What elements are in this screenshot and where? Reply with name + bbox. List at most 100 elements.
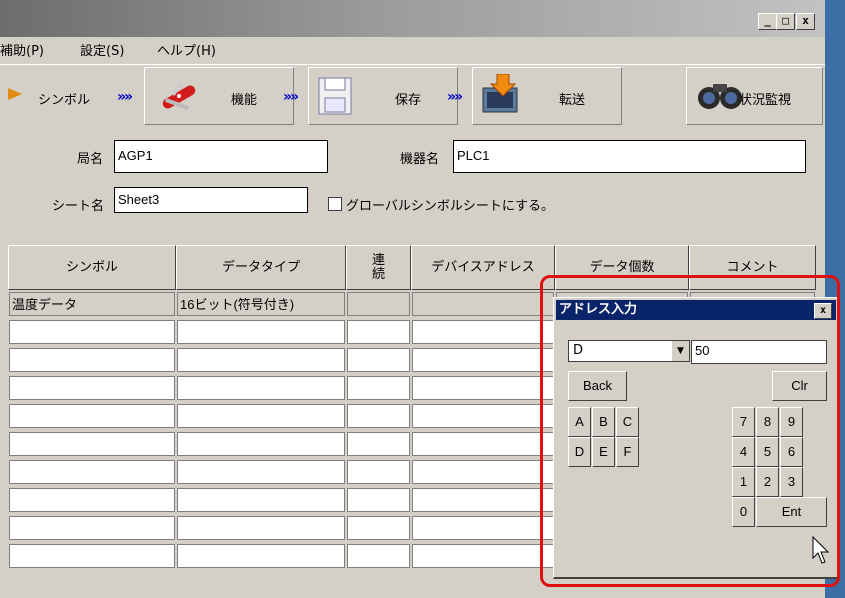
chevron-down-icon[interactable]: ▼ — [671, 341, 689, 361]
sheet-name-label: シート名 — [52, 199, 105, 214]
table-cell[interactable] — [177, 348, 345, 372]
table-cell[interactable] — [177, 516, 345, 540]
key-5[interactable]: 5 — [756, 437, 779, 467]
table-cell[interactable]: 16ビット(符号付き) — [177, 292, 345, 316]
enter-button[interactable]: Ent — [756, 497, 827, 527]
table-cell[interactable] — [347, 432, 410, 456]
table-cell[interactable]: 温度データ — [9, 292, 175, 316]
back-button[interactable]: Back — [568, 371, 627, 401]
key-e[interactable]: E — [592, 437, 615, 467]
menu-settings[interactable]: 設定(S) — [80, 40, 124, 59]
table-cell[interactable] — [9, 404, 175, 428]
table-cell[interactable] — [412, 516, 554, 540]
key-d[interactable]: D — [568, 437, 591, 467]
clear-button[interactable]: Clr — [772, 371, 827, 401]
table-cell[interactable] — [347, 348, 410, 372]
table-cell[interactable] — [177, 432, 345, 456]
address-input-dialog: アドレス入力 x D ▼ 50 Back Clr A B C D E F 7 8 9 4 5 6 1 2 3 0 E… — [553, 297, 840, 579]
table-cell[interactable] — [412, 404, 554, 428]
device-name-field[interactable]: PLC1 — [453, 140, 806, 173]
table-cell[interactable] — [347, 320, 410, 344]
table-cell[interactable] — [177, 544, 345, 568]
global-symbol-checkbox[interactable] — [328, 197, 342, 211]
step-save-button[interactable]: 保存 — [308, 67, 458, 125]
key-0[interactable]: 0 — [732, 497, 755, 527]
table-cell[interactable] — [177, 488, 345, 512]
floppy-disk-icon — [318, 77, 352, 115]
table-cell[interactable] — [347, 544, 410, 568]
title-bar: _ □ x — [0, 0, 825, 37]
column-header[interactable]: デバイスアドレス — [411, 245, 555, 290]
key-6[interactable]: 6 — [780, 437, 803, 467]
table-cell[interactable] — [177, 404, 345, 428]
address-value-field[interactable]: 50 — [691, 340, 827, 364]
column-header[interactable]: データ個数 — [555, 245, 689, 290]
menu-help[interactable]: ヘルプ(H) — [157, 40, 216, 59]
table-cell[interactable] — [9, 516, 175, 540]
swiss-knife-icon — [162, 82, 196, 110]
key-b[interactable]: B — [592, 407, 615, 437]
key-a[interactable]: A — [568, 407, 591, 437]
key-3[interactable]: 3 — [780, 467, 803, 497]
dialog-title-bar: アドレス入力 x — [556, 300, 836, 320]
table-cell[interactable] — [9, 376, 175, 400]
key-4[interactable]: 4 — [732, 437, 755, 467]
key-8[interactable]: 8 — [756, 407, 779, 437]
step-arrow-icon: » — [117, 89, 126, 105]
maximize-button[interactable]: □ — [776, 13, 795, 30]
table-cell[interactable] — [412, 432, 554, 456]
table-cell[interactable] — [412, 348, 554, 372]
column-header[interactable]: シンボル — [8, 245, 176, 290]
table-cell[interactable] — [347, 404, 410, 428]
table-cell[interactable] — [347, 516, 410, 540]
step-arrow-icon: » — [283, 89, 292, 105]
step-function-button[interactable]: 機能 — [144, 67, 294, 125]
column-header[interactable]: データタイプ — [176, 245, 346, 290]
close-button[interactable]: x — [796, 13, 815, 30]
key-c[interactable]: C — [616, 407, 639, 437]
key-1[interactable]: 1 — [732, 467, 755, 497]
table-cell[interactable] — [9, 432, 175, 456]
step-symbol[interactable]: シンボル — [38, 89, 90, 108]
key-2[interactable]: 2 — [756, 467, 779, 497]
transfer-icon — [482, 74, 518, 113]
table-cell[interactable] — [177, 320, 345, 344]
step-save-label: 保存 — [395, 93, 422, 108]
sheet-name-field[interactable]: Sheet3 — [114, 187, 308, 213]
minimize-button[interactable]: _ — [758, 13, 777, 30]
key-f[interactable]: F — [616, 437, 639, 467]
table-cell[interactable] — [9, 544, 175, 568]
step-arrow-icon: » — [447, 89, 456, 105]
key-9[interactable]: 9 — [780, 407, 803, 437]
station-name-field[interactable]: AGP1 — [114, 140, 328, 173]
global-symbol-checkbox-label: グローバルシンボルシートにする。 — [346, 199, 555, 214]
table-cell[interactable] — [347, 460, 410, 484]
table-cell[interactable] — [412, 488, 554, 512]
dialog-title: アドレス入力 — [559, 302, 638, 317]
device-type-select[interactable]: D ▼ — [568, 340, 690, 362]
table-cell[interactable] — [9, 348, 175, 372]
column-header[interactable]: コメント — [689, 245, 816, 290]
table-cell[interactable] — [347, 488, 410, 512]
table-cell[interactable] — [347, 292, 410, 316]
step-pointer-icon — [8, 88, 22, 100]
station-name-label: 局名 — [77, 152, 104, 167]
step-arrow-icon: » — [454, 89, 463, 105]
table-cell[interactable] — [412, 544, 554, 568]
table-cell[interactable] — [412, 292, 554, 316]
table-cell[interactable] — [9, 460, 175, 484]
table-cell[interactable] — [347, 376, 410, 400]
dialog-close-button[interactable]: x — [814, 303, 832, 319]
table-cell[interactable] — [412, 460, 554, 484]
table-cell[interactable] — [9, 320, 175, 344]
table-cell[interactable] — [412, 376, 554, 400]
status-monitor-button[interactable]: 状況監視 — [686, 67, 823, 125]
table-cell[interactable] — [177, 376, 345, 400]
table-cell[interactable] — [9, 488, 175, 512]
menu-assist[interactable]: 補助(P) — [0, 40, 44, 59]
column-header[interactable]: 連 続 — [346, 245, 411, 290]
step-transfer-button[interactable]: 転送 — [472, 67, 622, 125]
key-7[interactable]: 7 — [732, 407, 755, 437]
table-cell[interactable] — [412, 320, 554, 344]
table-cell[interactable] — [177, 460, 345, 484]
